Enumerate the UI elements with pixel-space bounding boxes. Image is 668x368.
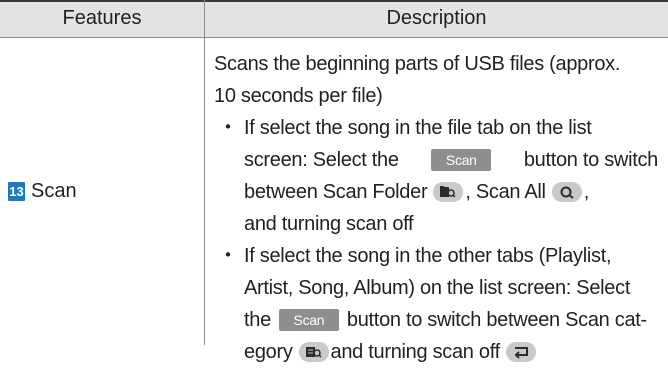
header-features: Features [0, 0, 204, 37]
table-top-border [0, 0, 668, 2]
feature-cell: 13 Scan [0, 38, 204, 345]
bullet-text: If select the song in the other tabs (Pl… [244, 245, 612, 267]
desc-line: Scans the beginning parts of USB files (… [214, 53, 621, 75]
bullet-text: , Scan All [465, 181, 546, 203]
bullet-text: the [244, 309, 271, 331]
scan-folder-icon [433, 182, 464, 202]
scan-button: Scan [431, 149, 492, 171]
bullet-text: and turning scan off [330, 341, 501, 363]
bullet-line: and turning scan off [244, 213, 414, 235]
description-cell: Scans the beginning parts of USB files (… [214, 48, 658, 368]
scan-category-icon [298, 342, 329, 362]
column-divider [204, 0, 205, 345]
bullet-text: , [583, 181, 590, 203]
bullet-text: screen: Select the [244, 149, 399, 171]
bullet-text: button to switch between Scan cat- [346, 309, 647, 331]
feature-name: Scan [31, 180, 77, 202]
header-description: Description [205, 0, 668, 37]
scan-button: Scan [278, 309, 339, 331]
bullet-text: If select the song in the file tab on th… [244, 117, 592, 139]
scan-all-icon [551, 182, 582, 202]
bullet-line: Artist, Song, Album) on the list screen:… [244, 277, 631, 299]
bullet-line: screen: Select the Scan button to switch [214, 144, 658, 176]
bullet-mark: ・ [218, 245, 238, 267]
bullet-line: the Scan button to switch between Scan c… [214, 304, 658, 336]
feature-table: Features Description 13 Scan Scans the b… [0, 0, 668, 363]
bullet-text: egory [244, 341, 293, 363]
bullet-line: ・ If select the song in the file tab on t… [214, 112, 658, 144]
bullet-mark: ・ [218, 117, 238, 139]
bullet-text: button to switch [523, 149, 658, 171]
desc-line: 10 seconds per file) [214, 85, 383, 107]
scan-off-icon [505, 342, 536, 362]
bullet-line: between Scan Folder , Scan All , [214, 176, 658, 208]
bullet-line: egory and turning scan off [214, 336, 658, 368]
number-badge: 13 [8, 182, 25, 201]
bullet-text: between Scan Folder [244, 181, 428, 203]
bullet-line: ・ If select the song in the other tabs (P… [214, 240, 658, 272]
